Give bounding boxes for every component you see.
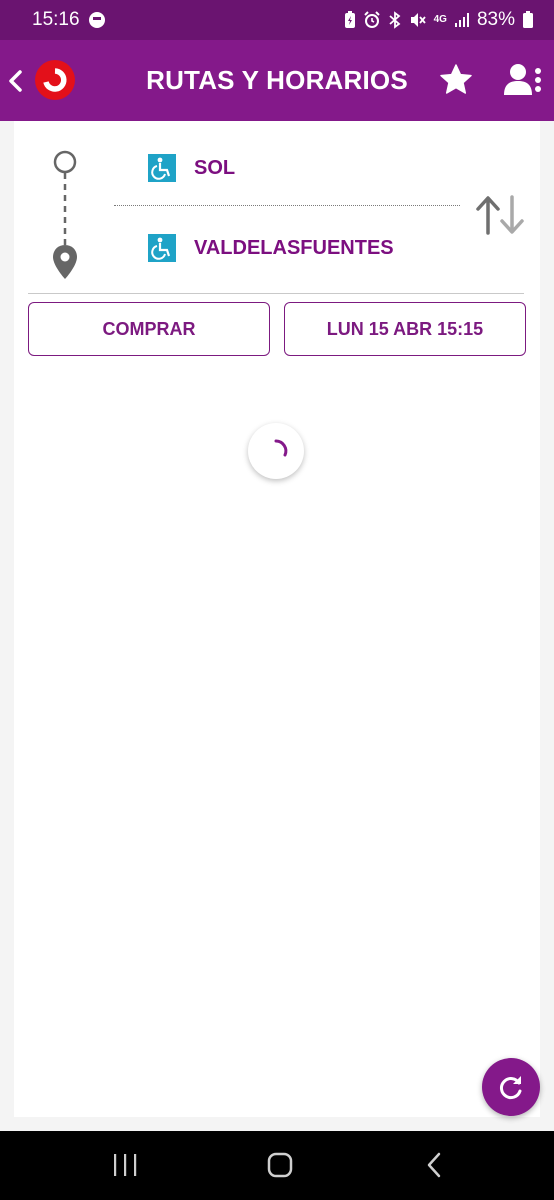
- destination-name: VALDELASFUENTES: [194, 236, 394, 259]
- buy-button[interactable]: COMPRAR: [28, 302, 270, 356]
- bluetooth-icon: [389, 11, 401, 29]
- status-left: 15:16: [32, 9, 106, 31]
- status-time: 15:16: [32, 9, 80, 30]
- star-icon[interactable]: [438, 62, 474, 98]
- stops-divider: [114, 205, 460, 206]
- home-icon[interactable]: [266, 1151, 294, 1179]
- recent-apps-icon[interactable]: [112, 1153, 138, 1177]
- wheelchair-icon: [148, 154, 176, 182]
- app-bar: RUTAS Y HORARIOS: [0, 40, 554, 121]
- route-line-icon: [53, 150, 77, 279]
- wheelchair-icon: [148, 234, 176, 262]
- system-nav-bar: [0, 1131, 554, 1200]
- battery-saver-icon: [344, 11, 355, 28]
- signal-icon: [454, 13, 469, 27]
- loading-spinner: [248, 423, 304, 479]
- origin-stop[interactable]: SOL: [148, 154, 235, 182]
- spinner-icon: [274, 439, 288, 457]
- swap-arrows-icon[interactable]: [474, 193, 528, 237]
- header-divider: [28, 293, 524, 294]
- battery-icon: [523, 11, 533, 28]
- mute-icon: [410, 13, 426, 27]
- status-bar: 15:16 4G 83%: [0, 0, 554, 40]
- route-content: SOL VALDELASFUENTES COMPRAR LUN 15 ABR 1…: [14, 121, 540, 1117]
- origin-name: SOL: [194, 156, 236, 179]
- destination-stop[interactable]: VALDELASFUENTES: [148, 234, 394, 262]
- battery-percent: 83%: [476, 9, 515, 30]
- refresh-button[interactable]: [482, 1058, 540, 1116]
- refresh-icon: [500, 1076, 522, 1100]
- app-notification-icon: [88, 12, 105, 28]
- user-menu-icon[interactable]: [502, 62, 542, 98]
- alarm-icon: [363, 11, 380, 28]
- status-right: 4G 83%: [344, 9, 534, 31]
- system-back-icon[interactable]: [424, 1151, 444, 1179]
- network-type: 4G: [433, 14, 447, 25]
- date-time-button[interactable]: LUN 15 ABR 15:15: [284, 302, 526, 356]
- page-title-text: RUTAS Y HORARIOS: [146, 65, 408, 95]
